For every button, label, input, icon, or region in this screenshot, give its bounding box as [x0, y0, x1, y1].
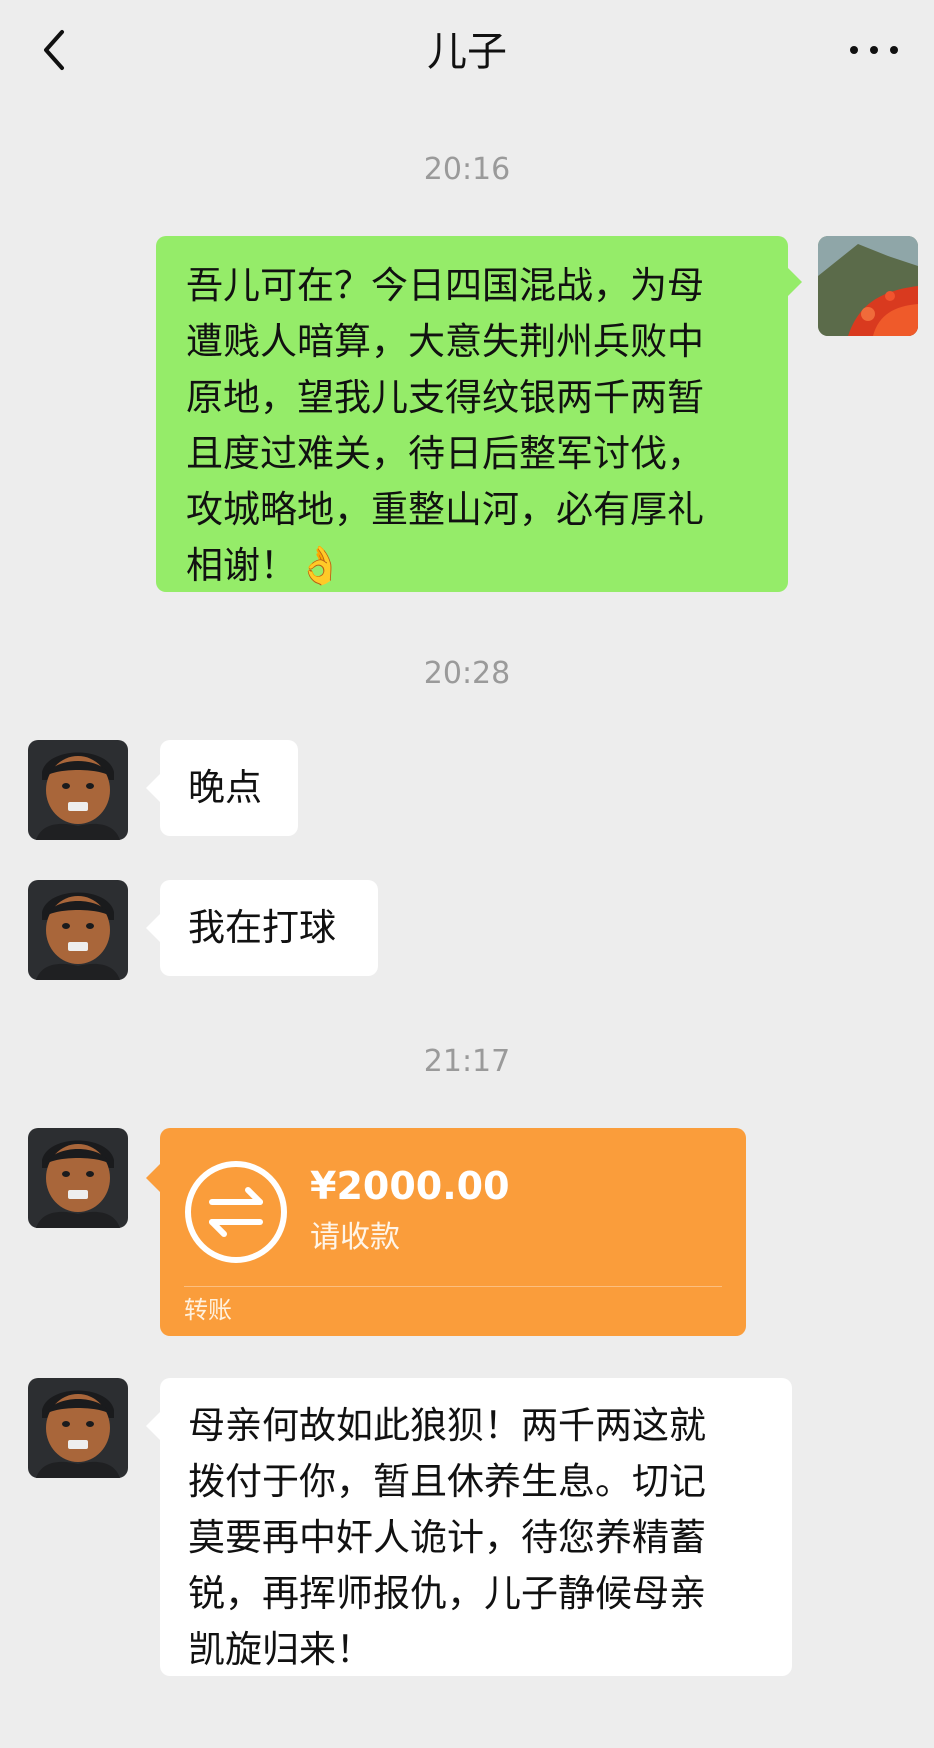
cartoon-face-avatar-image [28, 1378, 128, 1478]
transfer-arrows-icon [185, 1161, 287, 1263]
timestamp: 20:16 [423, 152, 511, 187]
contact-avatar[interactable] [28, 880, 128, 980]
contact-avatar[interactable] [28, 740, 128, 840]
transfer-divider [184, 1286, 722, 1287]
message-bubble-outgoing[interactable]: 吾儿可在？今日四国混战，为母 遭贱人暗算，大意失荆州兵败中 原地，望我儿支得纹银… [156, 236, 802, 592]
my-avatar[interactable] [818, 236, 918, 336]
message-bubble-incoming[interactable]: 我在打球 [146, 880, 378, 976]
transfer-label: 转账 [184, 1296, 232, 1324]
landscape-avatar-image [818, 236, 918, 336]
chat-title: 儿子 [427, 29, 507, 75]
contact-avatar[interactable] [28, 1128, 128, 1228]
message-bubble-incoming[interactable]: 晚点 [146, 740, 298, 836]
message-bubble-incoming[interactable]: 母亲何故如此狼狈！两千两这就 拨付于你，暂且休养生息。切记 莫要再中奸人诡计，待… [146, 1378, 792, 1676]
cartoon-face-avatar-image [28, 1128, 128, 1228]
transfer-amount: ¥2000.00 [310, 1164, 510, 1208]
chat-header: 儿子 [0, 0, 934, 104]
transfer-card[interactable]: ¥2000.00 请收款 转账 [146, 1128, 746, 1336]
more-dots-icon [850, 46, 898, 54]
cartoon-face-avatar-image [28, 740, 128, 840]
cartoon-face-avatar-image [28, 880, 128, 980]
contact-avatar[interactable] [28, 1378, 128, 1478]
transfer-status: 请收款 [310, 1220, 400, 1255]
more-button[interactable] [842, 22, 906, 78]
timestamp: 21:17 [423, 1044, 511, 1079]
timestamp: 20:28 [423, 656, 511, 691]
